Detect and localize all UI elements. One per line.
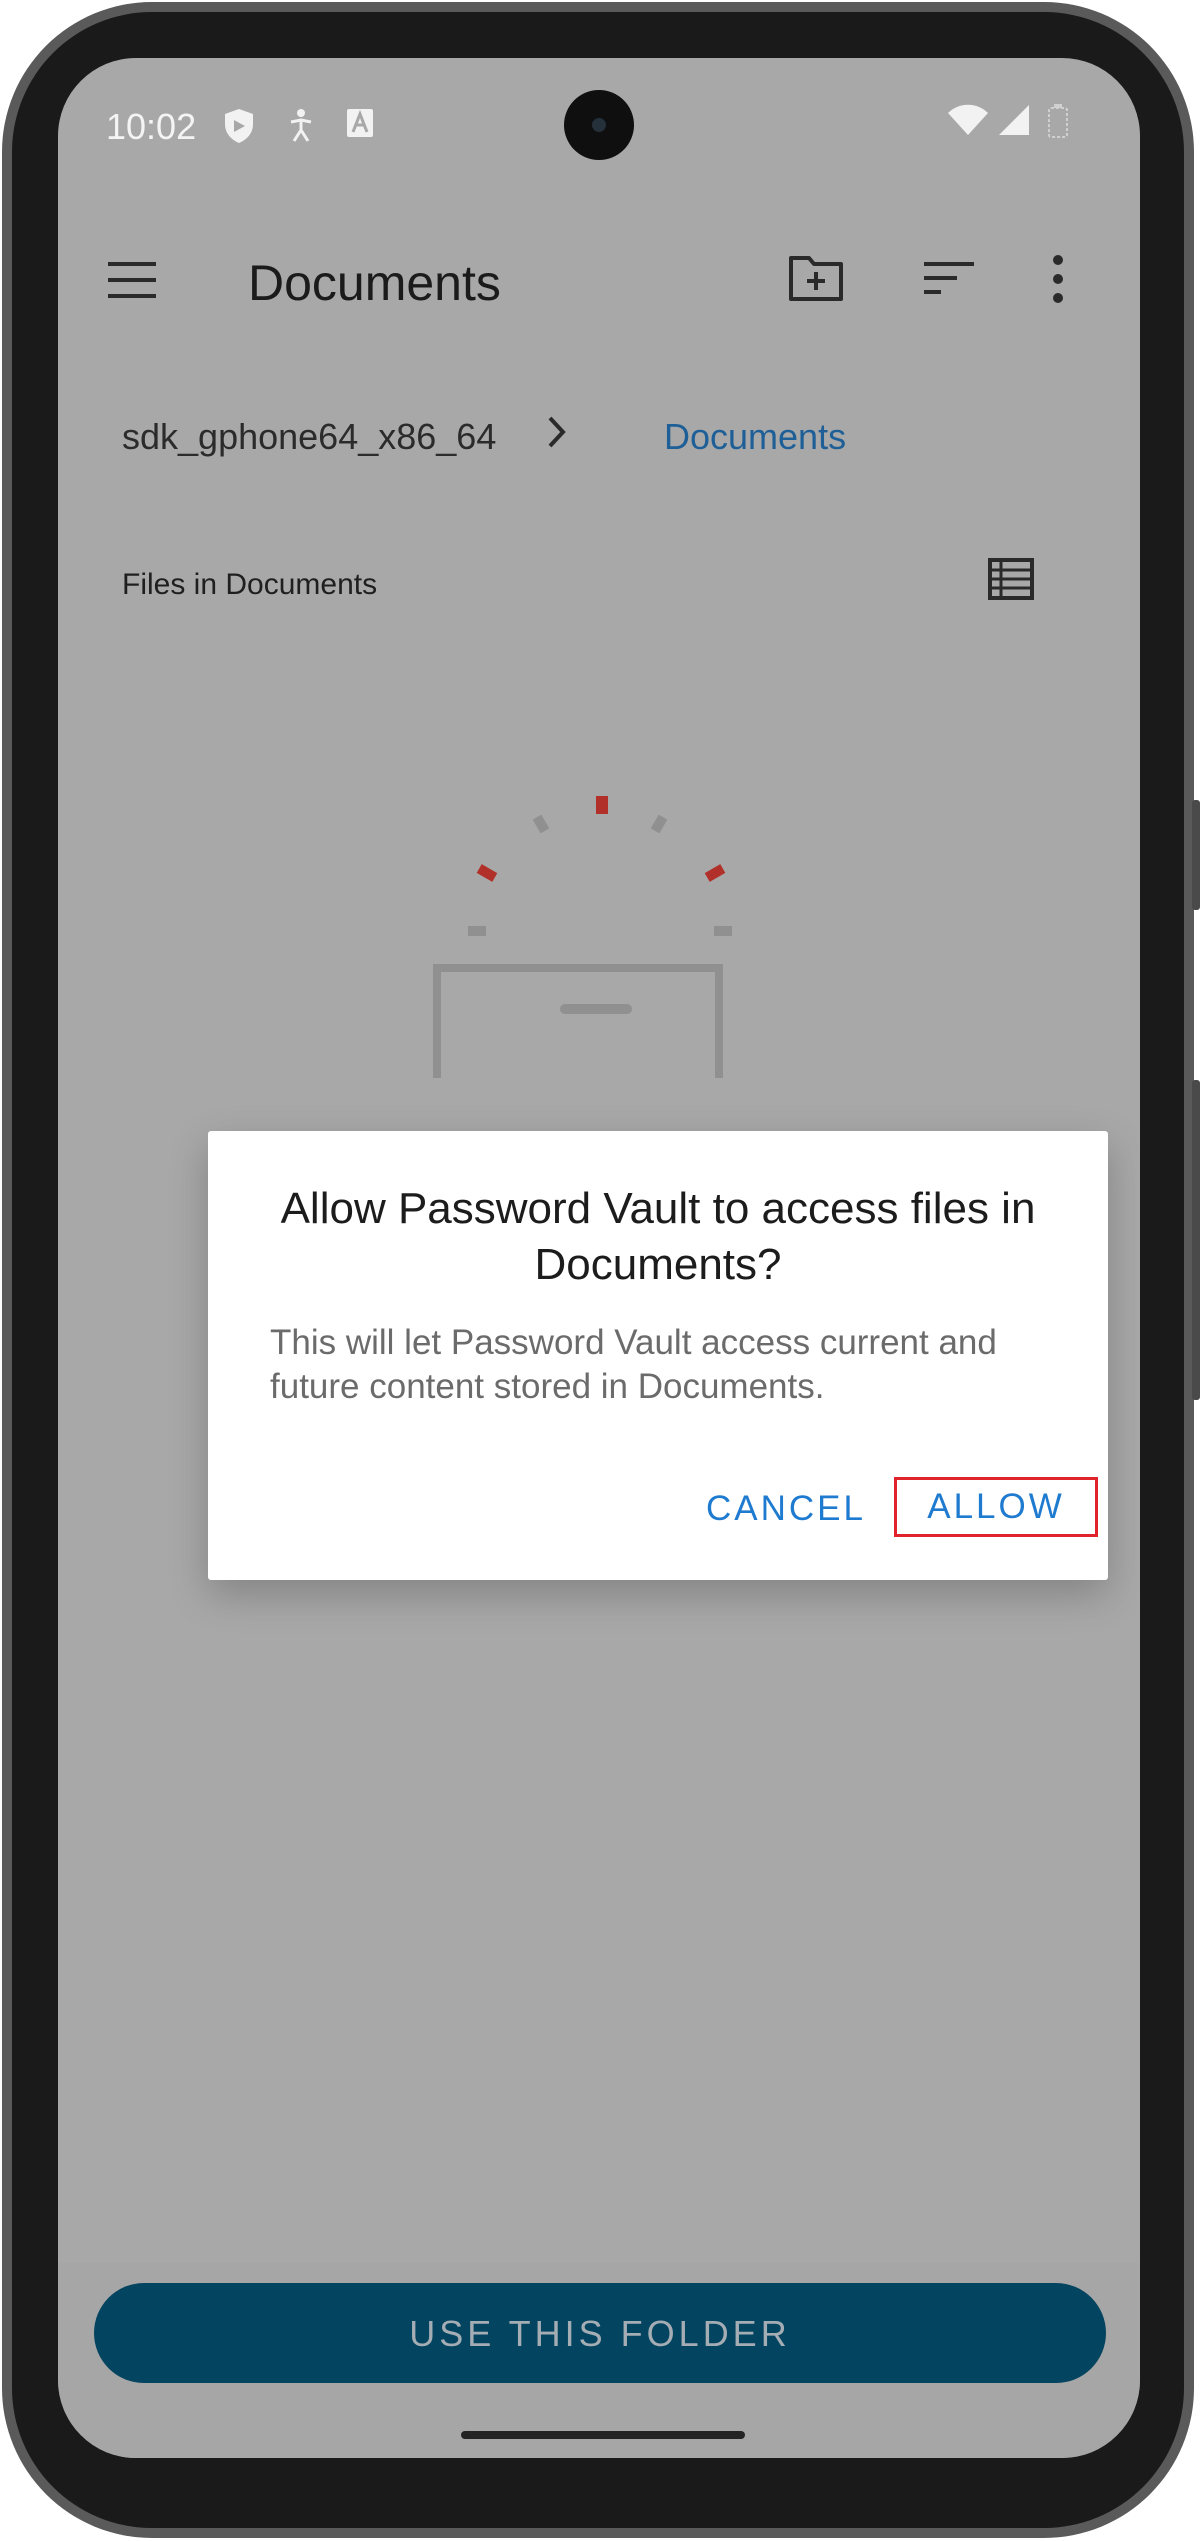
wifi-icon bbox=[948, 104, 988, 135]
breadcrumb-current[interactable]: Documents bbox=[664, 416, 846, 458]
volume-button bbox=[1192, 1080, 1200, 1400]
sort-icon[interactable] bbox=[924, 260, 974, 296]
app-bar: Documents bbox=[58, 218, 1140, 358]
files-section-label: Files in Documents bbox=[122, 568, 378, 601]
signal-icon bbox=[999, 105, 1029, 135]
shield-icon bbox=[225, 109, 253, 143]
gesture-handle[interactable] bbox=[461, 2431, 745, 2439]
screen: 10:02 Documents sdk_gphone64_x86_64 Docu… bbox=[58, 58, 1140, 2458]
status-bar: 10:02 bbox=[58, 58, 1140, 198]
front-camera bbox=[564, 90, 634, 160]
dialog-title: Allow Password Vault to access files in … bbox=[280, 1184, 1036, 1289]
battery-icon bbox=[1048, 104, 1068, 138]
accessibility-icon bbox=[290, 109, 312, 142]
list-view-icon[interactable] bbox=[988, 558, 1034, 600]
cancel-button[interactable]: CANCEL bbox=[706, 1489, 866, 1529]
chevron-right-icon bbox=[548, 416, 566, 448]
permission-dialog: Allow Password Vault to access files in … bbox=[208, 1131, 1108, 1580]
page-title: Documents bbox=[248, 255, 501, 311]
dialog-message: This will let Password Vault access curr… bbox=[270, 1323, 997, 1406]
text-icon bbox=[347, 109, 373, 137]
new-folder-icon[interactable] bbox=[788, 254, 844, 302]
more-vert-icon[interactable] bbox=[1048, 254, 1068, 304]
menu-icon[interactable] bbox=[108, 260, 156, 300]
power-button bbox=[1192, 800, 1200, 910]
use-this-folder-button[interactable]: USE THIS FOLDER bbox=[94, 2283, 1106, 2383]
breadcrumb-root[interactable]: sdk_gphone64_x86_64 bbox=[122, 416, 496, 458]
allow-button[interactable]: ALLOW bbox=[894, 1477, 1098, 1537]
phone-frame: 10:02 Documents sdk_gphone64_x86_64 Docu… bbox=[0, 0, 1200, 2541]
status-time: 10:02 bbox=[106, 106, 197, 147]
